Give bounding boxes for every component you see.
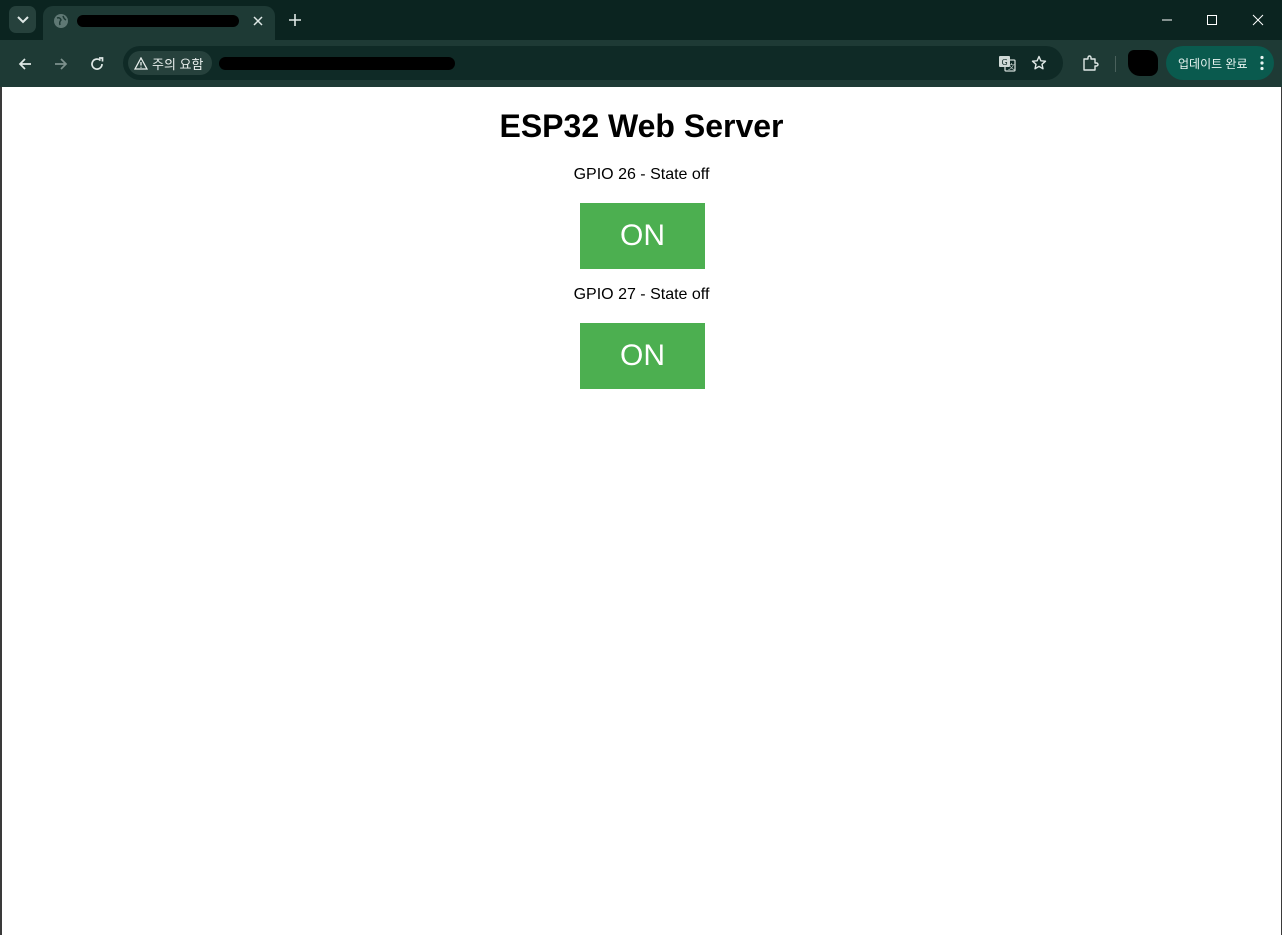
warning-icon bbox=[134, 56, 148, 70]
chevron-down-icon bbox=[16, 15, 29, 23]
forward-icon bbox=[55, 58, 68, 70]
minimize-button[interactable] bbox=[1157, 10, 1177, 30]
forward-button[interactable] bbox=[49, 52, 73, 76]
tab-search-button[interactable] bbox=[9, 6, 36, 33]
security-chip[interactable]: 주의 요함 bbox=[128, 51, 212, 75]
page-content: ESP32 Web Server GPIO 26 - State off ON … bbox=[2, 87, 1281, 935]
gpio-26-state-label: GPIO 26 - State off bbox=[573, 166, 710, 183]
svg-text:G: G bbox=[1002, 58, 1008, 67]
tab-title-redacted bbox=[77, 15, 239, 27]
close-icon bbox=[1252, 14, 1264, 26]
gpio-26-on-button[interactable]: ON bbox=[580, 203, 705, 269]
star-icon bbox=[1031, 55, 1047, 70]
update-button-label: 업데이트 완료 bbox=[1178, 56, 1248, 71]
tab-close-button[interactable] bbox=[249, 12, 267, 30]
page-title: ESP32 Web Server bbox=[499, 108, 784, 144]
extensions-button[interactable] bbox=[1078, 51, 1102, 75]
reload-button[interactable] bbox=[85, 52, 109, 76]
browser-toolbar: 주의 요함 G文 업데이트 완료 bbox=[0, 40, 1282, 87]
svg-text:文: 文 bbox=[1008, 62, 1015, 71]
back-button[interactable] bbox=[13, 52, 37, 76]
close-window-button[interactable] bbox=[1248, 10, 1268, 30]
bookmark-star-button[interactable] bbox=[1029, 53, 1049, 73]
gpio-27-on-button[interactable]: ON bbox=[580, 323, 705, 389]
globe-icon bbox=[54, 14, 68, 28]
address-bar[interactable]: 주의 요함 G文 bbox=[123, 46, 1063, 80]
new-tab-button[interactable] bbox=[285, 10, 305, 30]
reload-icon bbox=[91, 57, 104, 70]
maximize-icon bbox=[1207, 15, 1217, 25]
gpio-27-state-label: GPIO 27 - State off bbox=[573, 286, 710, 303]
minimize-icon bbox=[1162, 19, 1172, 21]
close-icon bbox=[253, 16, 263, 26]
translate-button[interactable]: G文 bbox=[997, 53, 1017, 73]
more-icon bbox=[1260, 55, 1264, 71]
plus-icon bbox=[289, 14, 301, 26]
translate-icon: G文 bbox=[999, 56, 1016, 72]
tab-strip bbox=[0, 0, 1282, 40]
active-tab[interactable] bbox=[43, 6, 275, 40]
update-button[interactable]: 업데이트 완료 bbox=[1166, 46, 1274, 80]
extensions-icon bbox=[1083, 55, 1099, 71]
profile-avatar-redacted[interactable] bbox=[1128, 50, 1158, 76]
toolbar-divider bbox=[1115, 56, 1116, 72]
security-label: 주의 요함 bbox=[152, 56, 204, 72]
back-icon bbox=[18, 58, 31, 70]
maximize-button[interactable] bbox=[1202, 10, 1222, 30]
url-redacted bbox=[219, 57, 455, 70]
